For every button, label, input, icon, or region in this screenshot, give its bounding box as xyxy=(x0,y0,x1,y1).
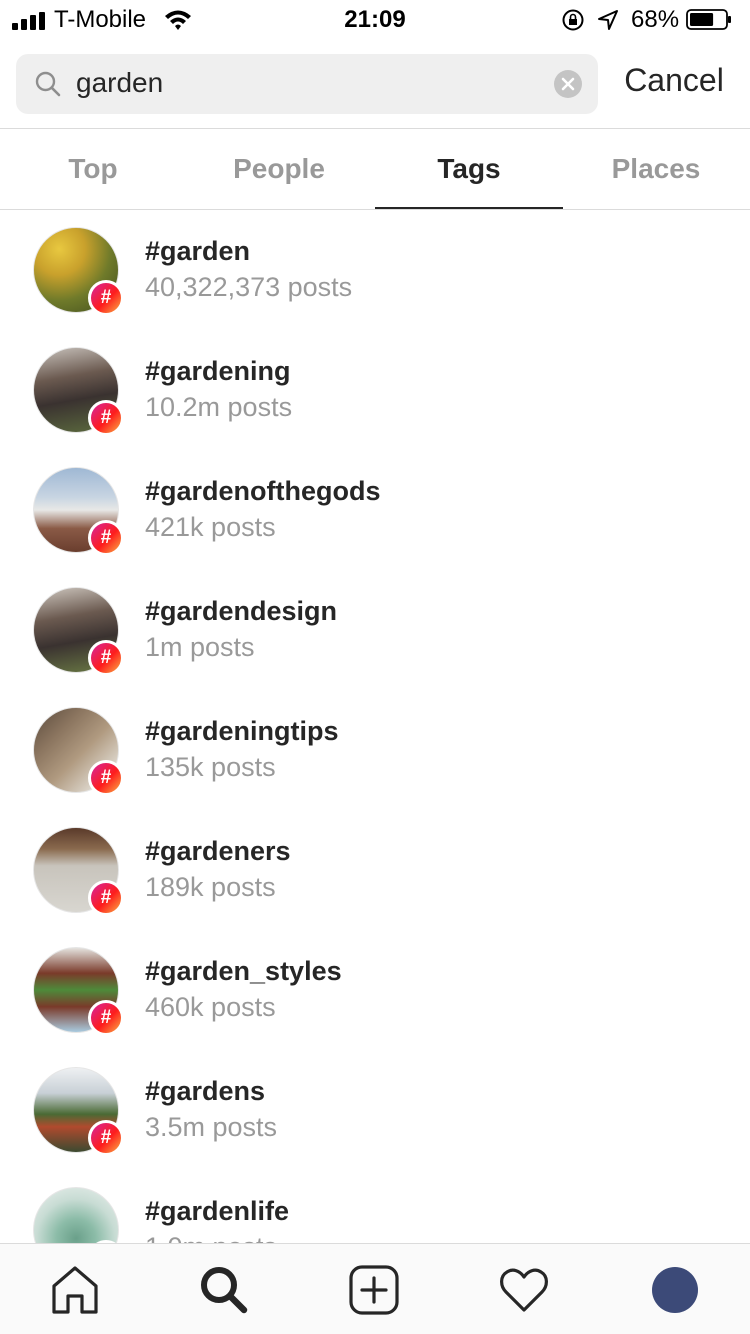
hashtag-post-count: 10.2m posts xyxy=(145,392,293,422)
bottom-tab-bar xyxy=(0,1243,750,1334)
profile-avatar[interactable] xyxy=(652,1267,698,1313)
hashtag-post-count: 40,322,373 posts xyxy=(145,272,353,302)
hashtag-name: #gardeners xyxy=(145,836,291,866)
activity-heart-icon[interactable] xyxy=(498,1264,550,1316)
hashtag-result-row[interactable]: # #gardeners 189k posts xyxy=(0,810,750,930)
search-input[interactable]: garden xyxy=(76,67,163,99)
add-post-icon[interactable] xyxy=(348,1264,400,1316)
search-icon[interactable] xyxy=(198,1264,250,1316)
hashtag-results-list: # #garden 40,322,373 posts # #gardening … xyxy=(0,210,750,1243)
hashtag-name: #garden_styles xyxy=(145,956,342,986)
tag-search-screen: T-Mobile 21:09 68% garden Cancel Top Peo… xyxy=(0,0,750,1334)
hashtag-result-row[interactable]: # #gardendesign 1m posts xyxy=(0,570,750,690)
hashtag-name: #gardenlife xyxy=(145,1196,290,1226)
hashtag-result-row[interactable]: # #garden 40,322,373 posts xyxy=(0,210,750,330)
hashtag-badge-icon: # xyxy=(88,640,124,676)
hashtag-name: #gardenofthegods xyxy=(145,476,381,506)
hashtag-name: #gardeningtips xyxy=(145,716,339,746)
tab-tags[interactable]: Tags xyxy=(372,129,566,209)
hashtag-name: #gardendesign xyxy=(145,596,338,626)
tab-people[interactable]: People xyxy=(186,129,372,209)
tab-top[interactable]: Top xyxy=(0,129,186,209)
home-icon[interactable] xyxy=(49,1264,101,1316)
battery-percent: 68% xyxy=(631,6,680,33)
hashtag-post-count: 189k posts xyxy=(145,872,276,902)
hashtag-post-count: 1m posts xyxy=(145,632,255,662)
cancel-button[interactable]: Cancel xyxy=(612,62,736,99)
rotation-lock-icon xyxy=(562,9,584,31)
location-arrow-icon xyxy=(598,10,618,30)
hashtag-result-row[interactable]: # #gardens 3.5m posts xyxy=(0,1050,750,1170)
hashtag-badge-icon: # xyxy=(88,280,124,316)
clear-icon[interactable] xyxy=(554,70,582,98)
tab-places[interactable]: Places xyxy=(562,129,750,209)
hashtag-name: #gardening xyxy=(145,356,291,386)
hashtag-post-count: 421k posts xyxy=(145,512,276,542)
hashtag-post-count: 135k posts xyxy=(145,752,276,782)
search-icon xyxy=(35,71,61,97)
hashtag-post-count: 1.0m posts xyxy=(145,1232,277,1243)
hashtag-badge-icon: # xyxy=(88,1120,124,1156)
hashtag-result-row[interactable]: # #gardening 10.2m posts xyxy=(0,330,750,450)
hashtag-badge-icon: # xyxy=(88,1000,124,1036)
hashtag-result-row[interactable]: # #gardeningtips 135k posts xyxy=(0,690,750,810)
hashtag-badge-icon: # xyxy=(88,400,124,436)
hashtag-result-row[interactable]: # #gardenofthegods 421k posts xyxy=(0,450,750,570)
hashtag-name: #gardens xyxy=(145,1076,266,1106)
hashtag-post-count: 460k posts xyxy=(145,992,276,1022)
hashtag-post-count: 3.5m posts xyxy=(145,1112,278,1142)
hashtag-result-row[interactable]: # #garden_styles 460k posts xyxy=(0,930,750,1050)
hashtag-badge-icon: # xyxy=(88,520,124,556)
hashtag-name: #garden xyxy=(145,236,251,266)
hashtag-result-row[interactable]: # #gardenlife 1.0m posts xyxy=(0,1170,750,1243)
hashtag-badge-icon: # xyxy=(88,880,124,916)
battery-icon xyxy=(686,9,731,30)
search-field[interactable]: garden xyxy=(16,54,598,114)
status-bar: T-Mobile 21:09 68% xyxy=(0,0,750,40)
hashtag-thumbnail xyxy=(33,1187,119,1243)
hashtag-badge-icon: # xyxy=(88,760,124,796)
search-tabs: Top People Tags Places xyxy=(0,129,750,209)
